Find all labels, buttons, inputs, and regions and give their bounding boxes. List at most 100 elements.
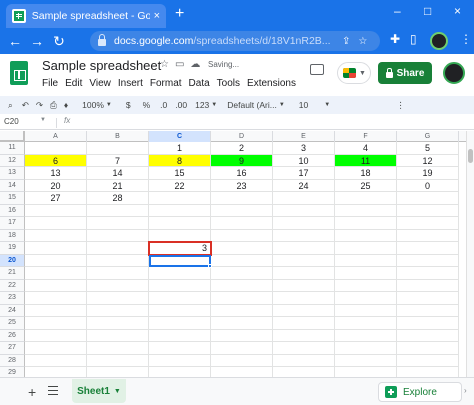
cell-a21[interactable]	[25, 267, 87, 280]
row-header-11[interactable]: 11	[0, 142, 25, 155]
cell-a17[interactable]	[25, 217, 87, 230]
cell-d13[interactable]: 16	[211, 167, 273, 180]
cell-b15[interactable]: 28	[87, 192, 149, 205]
browser-menu-icon[interactable]: ⋮	[460, 32, 472, 46]
cell-f23[interactable]	[335, 292, 397, 305]
decrease-decimal-button[interactable]: .0	[160, 100, 167, 110]
cell-b24[interactable]	[87, 304, 149, 317]
increase-decimal-button[interactable]: .00	[175, 100, 187, 110]
cell-c19[interactable]: 3	[148, 241, 212, 256]
cell-c24[interactable]	[149, 304, 211, 317]
cell-b19[interactable]	[87, 242, 149, 255]
cell-a14[interactable]: 20	[25, 179, 87, 192]
cell-b14[interactable]: 21	[87, 179, 149, 192]
cell-g13[interactable]: 19	[397, 167, 459, 180]
cell-a25[interactable]	[25, 317, 87, 330]
cell-c18[interactable]	[149, 229, 211, 242]
reload-icon[interactable]: ↻	[48, 33, 70, 50]
cell-b25[interactable]	[87, 317, 149, 330]
cell-f13[interactable]: 18	[335, 167, 397, 180]
column-header-d[interactable]: D	[211, 131, 273, 142]
cell-a13[interactable]: 13	[25, 167, 87, 180]
menu-format[interactable]: Format	[150, 78, 182, 89]
cell-a20[interactable]	[25, 254, 87, 267]
row-header-15[interactable]: 15	[0, 192, 25, 205]
add-sheet-button[interactable]: +	[28, 384, 36, 400]
cell-d20[interactable]	[211, 254, 273, 267]
search-menus-icon[interactable]: ⌕	[8, 100, 13, 111]
row-header-29[interactable]: 29	[0, 367, 25, 377]
cell-a12[interactable]: 6	[25, 154, 87, 167]
row-header-12[interactable]: 12	[0, 154, 25, 167]
cell-d23[interactable]	[211, 292, 273, 305]
cell-d25[interactable]	[211, 317, 273, 330]
menu-edit[interactable]: Edit	[65, 78, 82, 89]
account-avatar[interactable]	[443, 62, 465, 84]
cell-e25[interactable]	[273, 317, 335, 330]
cell-g29[interactable]	[397, 367, 459, 377]
document-title[interactable]: Sample spreadsheet	[42, 58, 161, 73]
cell-a24[interactable]	[25, 304, 87, 317]
cell-g28[interactable]	[397, 354, 459, 367]
number-format-select[interactable]: 123	[195, 100, 209, 110]
cell-d26[interactable]	[211, 329, 273, 342]
cell-b27[interactable]	[87, 342, 149, 355]
cell-d21[interactable]	[211, 267, 273, 280]
address-bar[interactable]: docs.google.com/spreadsheets/d/18V1nR2B.…	[90, 31, 380, 51]
cell-g17[interactable]	[397, 217, 459, 230]
print-icon[interactable]: ⎙	[50, 100, 57, 111]
cell-b18[interactable]	[87, 229, 149, 242]
cell-f19[interactable]	[335, 242, 397, 255]
cell-b13[interactable]: 14	[87, 167, 149, 180]
cell-e22[interactable]	[273, 279, 335, 292]
cell-e19[interactable]	[273, 242, 335, 255]
cell-a26[interactable]	[25, 329, 87, 342]
cell-e23[interactable]	[273, 292, 335, 305]
cell-c29[interactable]	[149, 367, 211, 377]
window-close-button[interactable]: ×	[454, 4, 461, 18]
cell-c28[interactable]	[149, 354, 211, 367]
cell-e28[interactable]	[273, 354, 335, 367]
cell-c17[interactable]	[149, 217, 211, 230]
cell-b22[interactable]	[87, 279, 149, 292]
cell-b29[interactable]	[87, 367, 149, 377]
cell-f20[interactable]	[335, 254, 397, 267]
cell-d28[interactable]	[211, 354, 273, 367]
cell-e21[interactable]	[273, 267, 335, 280]
cell-a28[interactable]	[25, 354, 87, 367]
cell-f27[interactable]	[335, 342, 397, 355]
row-header-26[interactable]: 26	[0, 329, 25, 342]
cell-g22[interactable]	[397, 279, 459, 292]
cell-e18[interactable]	[273, 229, 335, 242]
cell-a18[interactable]	[25, 229, 87, 242]
cell-b21[interactable]	[87, 267, 149, 280]
cell-b23[interactable]	[87, 292, 149, 305]
row-header-14[interactable]: 14	[0, 179, 25, 192]
cell-d18[interactable]	[211, 229, 273, 242]
cell-a22[interactable]	[25, 279, 87, 292]
cell-f14[interactable]: 25	[335, 179, 397, 192]
explore-button[interactable]: Explore	[378, 382, 462, 402]
formula-input[interactable]	[80, 116, 460, 129]
cell-c13[interactable]: 15	[149, 167, 211, 180]
cell-g19[interactable]	[397, 242, 459, 255]
cell-c25[interactable]	[149, 317, 211, 330]
forward-arrow-icon[interactable]: →	[26, 33, 48, 49]
share-button[interactable]: Share	[378, 62, 432, 84]
cell-a29[interactable]	[25, 367, 87, 377]
browser-profile-avatar[interactable]	[430, 32, 448, 50]
bookmark-star-icon[interactable]: ☆	[358, 36, 367, 47]
fill-handle[interactable]	[208, 264, 212, 268]
row-header-22[interactable]: 22	[0, 279, 25, 292]
row-header-21[interactable]: 21	[0, 267, 25, 280]
cell-g25[interactable]	[397, 317, 459, 330]
row-header-18[interactable]: 18	[0, 229, 25, 242]
cell-e26[interactable]	[273, 329, 335, 342]
sheet-nav-right-icon[interactable]: ›	[464, 386, 467, 395]
row-header-20[interactable]: 20	[0, 254, 25, 267]
menu-view[interactable]: View	[89, 78, 111, 89]
cell-f25[interactable]	[335, 317, 397, 330]
sheets-logo-icon[interactable]	[10, 61, 28, 85]
extensions-puzzle-icon[interactable]: ✚	[390, 32, 400, 46]
browser-tab[interactable]: Sample spreadsheet - Google Sh ×	[6, 4, 166, 28]
